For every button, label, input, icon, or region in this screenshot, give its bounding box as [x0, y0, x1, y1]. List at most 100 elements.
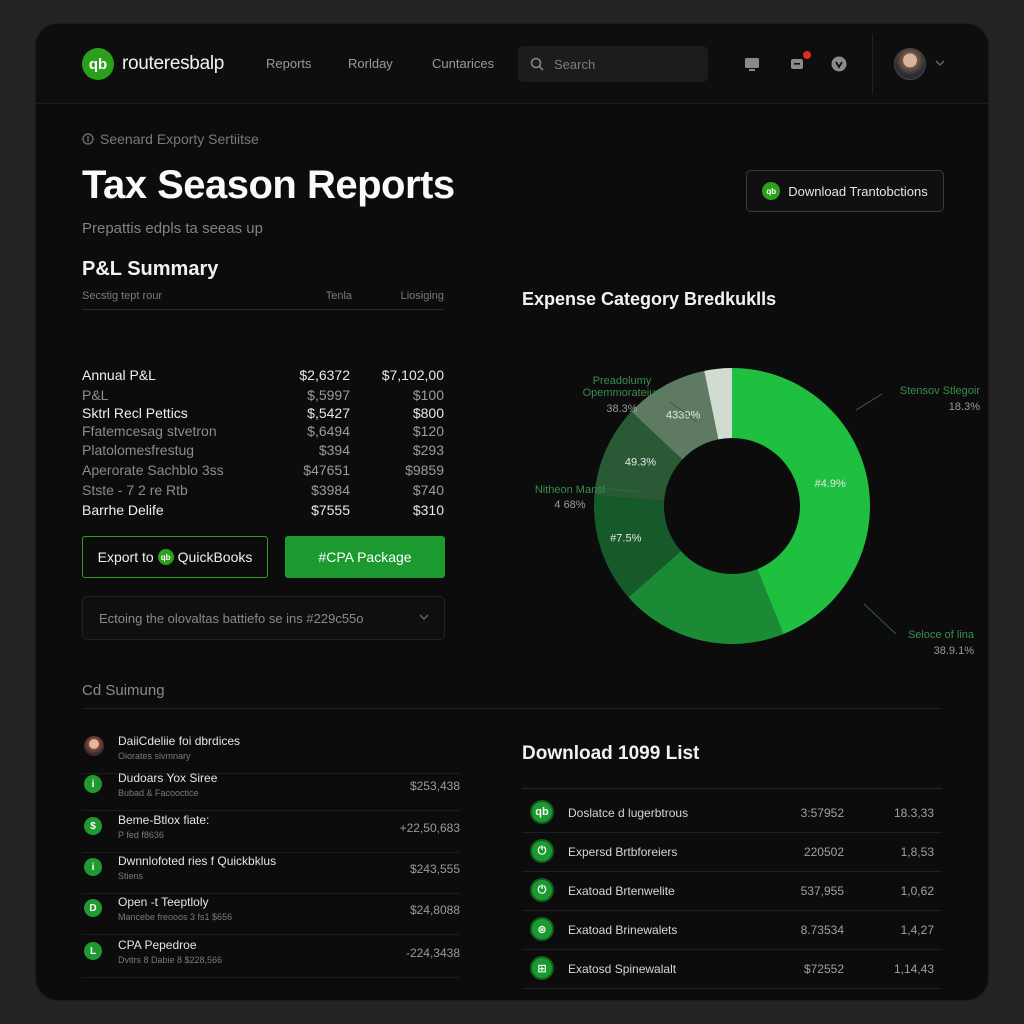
chevron-down-icon — [419, 614, 429, 620]
download-icon[interactable]: qb — [530, 800, 554, 824]
callout-label: Nitheon Mansl — [535, 484, 605, 496]
status-icon: L — [84, 942, 102, 960]
list-item-subtitle: Dvitrs 8 Dabie 8 $228,566 — [118, 955, 223, 965]
pl-table-header: Secstig tept rour Tenla Liosiging — [82, 290, 444, 310]
download-transactions-button[interactable]: qb Download Trantobctions — [746, 170, 944, 212]
table-cell-value: 8.73534 — [800, 923, 844, 937]
pl-row-value: $47651 — [303, 462, 350, 478]
nav-cuntarices[interactable]: Cuntarices — [432, 56, 494, 71]
list-item[interactable]: DaiiCdeliie foi dbrdices Oiorates sivmnar… — [82, 734, 460, 774]
list-item[interactable]: i Dudoars Yox Siree Bubad & Facooctice $253… — [82, 771, 460, 811]
top-bar: qb routeresbalp Reports Rorlday Cuntaric… — [36, 24, 988, 104]
notification-button[interactable] — [788, 50, 812, 73]
search-icon — [530, 57, 544, 71]
pl-row: Sktrl Recl Pettics $,5427 $800 — [82, 405, 444, 425]
table-cell-value: 3:57952 — [800, 806, 844, 820]
list-item-amount: $243,555 — [409, 862, 460, 876]
pl-column-header: Liosiging — [400, 290, 444, 302]
table-row[interactable]: ⊞ Exatosd Spinewalalt $72552 1,14,43 — [522, 950, 942, 989]
callout-label: Seloce of lina — [908, 629, 975, 641]
search-input[interactable] — [554, 56, 694, 72]
pl-row-value: $,5997 — [307, 387, 350, 403]
table-cell-name: Exatoad Brtenwelite — [568, 884, 675, 898]
table-cell-name: Expersd Brtbforeiers — [568, 845, 678, 859]
nav-reports[interactable]: Reports — [266, 56, 312, 71]
chevron-down-icon[interactable] — [934, 57, 946, 69]
pl-column-header: Secstig tept rour — [82, 290, 163, 302]
download-icon[interactable]: ⏻ — [530, 878, 554, 902]
table-cell-value: 220502 — [803, 845, 844, 859]
table-cell-value: 1,8,53 — [900, 845, 934, 859]
pl-row-label: P&L — [82, 387, 109, 403]
download-icon[interactable]: ⊞ — [530, 956, 554, 980]
callout-value: 38.9.1% — [934, 645, 975, 657]
table-cell-name: Exatoad Brinewalets — [568, 923, 678, 937]
user-avatar[interactable] — [894, 48, 926, 80]
screen-icon[interactable] — [743, 55, 761, 73]
dropdown-value: Ectoing the olovaltas battiefo se ins #2… — [99, 610, 364, 626]
callout-line — [863, 603, 897, 635]
list-item-amount: +22,50,683 — [399, 821, 460, 835]
table-row[interactable]: ⊛ Exatoad Brinewalets 8.73534 1,4,27 — [522, 911, 942, 950]
pl-summary-title: P&L Summary — [82, 258, 219, 280]
table-row[interactable]: ⏻ Exatoad Brtenwelite 537,955 1,0,62 — [522, 872, 942, 911]
list-item-amount: $253,438 — [409, 779, 460, 793]
info-icon — [82, 133, 94, 145]
slice-label: #7.5% — [610, 533, 641, 545]
export-options-dropdown[interactable]: Ectoing the olovaltas battiefo se ins #2… — [82, 596, 445, 640]
notification-badge — [802, 50, 812, 60]
pl-row-value: $740 — [412, 482, 444, 498]
pl-row: Ffatemcesag stvetron $,6494 $120 — [82, 423, 444, 443]
shield-icon[interactable] — [830, 55, 848, 73]
pl-row-value: $310 — [412, 502, 444, 518]
pl-row-value: $100 — [412, 387, 444, 403]
table-row[interactable]: ⏻ Expersd Brtbforeiers 220502 1,8,53 — [522, 833, 942, 872]
callout-line — [855, 393, 883, 411]
download-icon[interactable]: ⊛ — [530, 917, 554, 941]
page-title: Tax Season Reports — [82, 163, 455, 207]
divider — [872, 34, 873, 94]
list-item[interactable]: L CPA Pepedroe Dvitrs 8 Dabie 8 $228,566 -2… — [82, 938, 460, 978]
status-icon: D — [84, 899, 102, 917]
expense-donut-chart: #4.9%#7.5%49.3%4339%PreadolumyOpemmorate… — [535, 368, 980, 657]
status-icon: $ — [84, 817, 102, 835]
pl-row-value: $7555 — [311, 502, 350, 518]
callout-sublabel: Opemmorateiue — [583, 387, 662, 399]
quickbooks-icon: qb — [762, 182, 781, 200]
pl-row-value: $2,6372 — [299, 367, 350, 383]
table-cell-value: 18.3,33 — [893, 806, 934, 820]
slice-label: #4.9% — [815, 478, 846, 490]
page-subtitle: Prepattis edpls ta seeas up — [82, 220, 263, 237]
cpa-package-button[interactable]: #CPA Package — [285, 536, 445, 578]
table-cell-value: $72552 — [803, 962, 844, 976]
pl-row-value: $293 — [412, 442, 444, 458]
app-window: qb routeresbalp Reports Rorlday Cuntaric… — [36, 24, 988, 1000]
search-box[interactable] — [518, 46, 708, 82]
export-quickbooks-button[interactable]: Export to qb QuickBooks — [82, 536, 268, 578]
pl-row: P&L $,5997 $100 — [82, 387, 444, 407]
nav-rorlday[interactable]: Rorlday — [348, 56, 393, 71]
list-item-title: Dwnnlofoted ries f Quickbklus — [118, 854, 277, 868]
pl-row: Annual P&L $2,6372 $7,102,00 — [82, 367, 444, 387]
table-cell-value: 1,14,43 — [893, 962, 934, 976]
list-item[interactable]: D Open -t Teeptloly Mancebe freooos 3 fs1 … — [82, 895, 460, 935]
export-brand: QuickBooks — [177, 549, 253, 565]
table-cell-name: Doslatce d lugerbtrous — [568, 806, 689, 820]
breadcrumb: Seenard Exporty Sertiitse — [82, 131, 259, 147]
slice-label: 49.3% — [625, 457, 656, 469]
list-item[interactable]: $ Beme-Btlox fiate: P fed f8636 +22,50,683 — [82, 813, 460, 853]
chart-title: Expense Category Bredkuklls — [522, 289, 777, 309]
table-cell-name: Exatosd Spinewalalt — [568, 962, 677, 976]
avatar — [84, 736, 104, 756]
download-icon[interactable]: ⏻ — [530, 839, 554, 863]
pl-row: Stste - 7 2 re Rtb $3984 $740 — [82, 482, 444, 502]
table-cell-value: 1,0,62 — [900, 884, 934, 898]
pl-row-value: $7,102,00 — [381, 367, 444, 383]
app-logo[interactable]: qb routeresbalp — [82, 48, 224, 80]
table-cell-value: 537,955 — [800, 884, 844, 898]
list-item[interactable]: i Dwnnlofoted ries f Quickbklus Stiens $243… — [82, 854, 460, 894]
pl-row: Aperorate Sachblo 3ss $47651 $9859 — [82, 462, 444, 482]
pl-row-value: $9859 — [405, 462, 444, 478]
list-item-title: DaiiCdeliie foi dbrdices — [118, 734, 241, 748]
table-row[interactable]: qb Doslatce d lugerbtrous 3:57952 18.3,33 — [522, 794, 942, 833]
